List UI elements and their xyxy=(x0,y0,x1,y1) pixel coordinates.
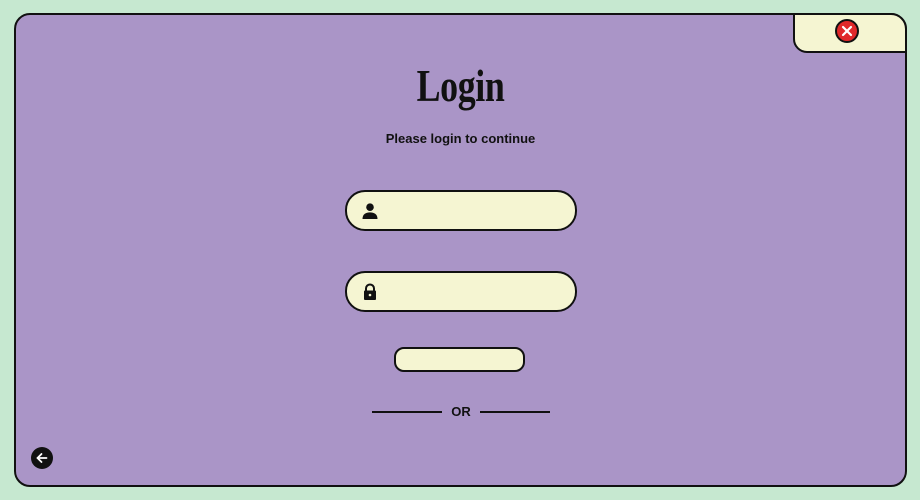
close-icon xyxy=(841,25,853,37)
username-field[interactable] xyxy=(345,190,577,231)
close-button[interactable] xyxy=(835,19,859,43)
or-divider: OR xyxy=(372,404,550,420)
back-button[interactable] xyxy=(31,447,53,469)
divider-line-right xyxy=(480,411,550,413)
close-tab xyxy=(793,13,907,53)
username-input[interactable] xyxy=(389,198,565,225)
password-field[interactable] xyxy=(345,271,577,312)
page-title: Login xyxy=(416,60,505,111)
password-input[interactable] xyxy=(389,279,565,306)
page-subtitle: Please login to continue xyxy=(385,131,536,146)
login-panel: Login Please login to continue OR xyxy=(14,13,907,487)
lock-icon xyxy=(364,283,376,300)
arrow-left-icon xyxy=(36,453,48,463)
user-icon xyxy=(362,203,378,219)
login-button[interactable] xyxy=(394,347,525,372)
